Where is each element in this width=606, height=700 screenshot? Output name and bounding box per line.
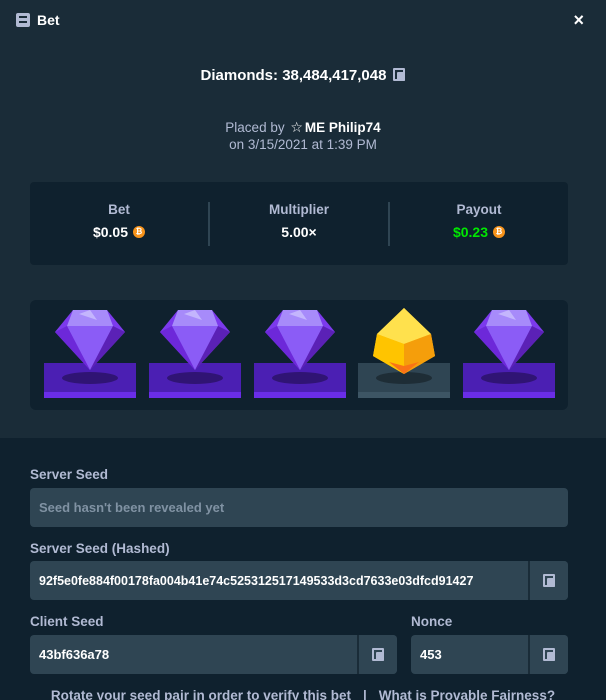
gem-slot xyxy=(254,300,346,410)
server-seed-hashed-label: Server Seed (Hashed) xyxy=(30,541,170,556)
stat-multiplier: Multiplier 5.00× xyxy=(208,201,388,246)
client-seed-label: Client Seed xyxy=(30,614,104,629)
placed-by-label: Placed by xyxy=(225,120,285,135)
close-icon[interactable]: × xyxy=(573,10,584,30)
modal-titlebar: Bet xyxy=(16,10,60,30)
gem-slot xyxy=(44,300,136,410)
server-seed-label: Server Seed xyxy=(30,467,109,482)
list-icon xyxy=(16,13,30,27)
nonce-value: 453 xyxy=(420,647,442,662)
copy-server-seed-button[interactable] xyxy=(528,561,568,600)
stat-payout-value: $0.23 xyxy=(452,223,489,240)
purple-gem-icon xyxy=(55,310,125,370)
provable-fairness-link[interactable]: What is Provable Fairness? xyxy=(379,688,555,700)
bet-stats-panel: Bet $0.05 Multiplier 5.00× Payout $0.23 xyxy=(30,182,568,265)
copy-icon xyxy=(543,648,555,661)
game-headline: Diamonds: 38,484,417,048 xyxy=(0,67,606,85)
bitcoin-icon xyxy=(493,225,506,238)
stat-bet: Bet $0.05 xyxy=(30,202,208,246)
stat-payout: Payout $0.23 xyxy=(388,201,568,246)
footer-separator: | xyxy=(362,688,367,700)
client-seed-value: 43bf636a78 xyxy=(39,647,110,662)
star-icon: ☆ xyxy=(290,119,303,135)
gem-slot xyxy=(358,300,450,410)
stat-multiplier-label: Multiplier xyxy=(269,201,329,217)
server-seed-hashed-field[interactable]: 92f5e0fe884f00178fa004b41e74c52531251714… xyxy=(30,561,568,600)
server-seed-placeholder: Seed hasn't been revealed yet xyxy=(39,500,225,515)
purple-gem-icon xyxy=(265,310,335,370)
copy-icon xyxy=(543,574,555,587)
modal-title: Bet xyxy=(37,12,60,28)
gem-slot xyxy=(463,300,555,410)
placed-by-line: Placed by ☆ ME Philip74 xyxy=(0,117,606,138)
copy-icon xyxy=(372,648,384,661)
copy-game-id-icon[interactable] xyxy=(393,68,406,85)
stat-bet-label: Bet xyxy=(108,201,130,217)
client-seed-field[interactable]: 43bf636a78 xyxy=(30,635,397,674)
nonce-label: Nonce xyxy=(411,614,453,629)
stat-payout-label: Payout xyxy=(456,201,502,217)
stat-multiplier-value: 5.00× xyxy=(281,223,317,240)
nonce-field[interactable]: 453 xyxy=(411,635,568,674)
gems-board xyxy=(30,300,568,410)
bitcoin-icon xyxy=(133,225,146,238)
footer-links: Rotate your seed pair in order to verify… xyxy=(0,688,606,700)
copy-nonce-button[interactable] xyxy=(528,635,568,674)
rotate-seed-link[interactable]: Rotate your seed pair in order to verify… xyxy=(51,688,351,700)
purple-gem-icon xyxy=(474,310,544,370)
server-seed-hashed-value: 92f5e0fe884f00178fa004b41e74c52531251714… xyxy=(39,573,474,588)
purple-gem-icon xyxy=(160,310,230,370)
copy-client-seed-button[interactable] xyxy=(357,635,397,674)
yellow-gem-icon xyxy=(373,308,435,374)
gem-slot xyxy=(149,300,241,410)
bet-date: on 3/15/2021 at 1:39 PM xyxy=(229,137,377,152)
game-id-text: Diamonds: 38,484,417,048 xyxy=(200,67,387,84)
stat-bet-value: $0.05 xyxy=(92,223,129,240)
player-name-link[interactable]: ME Philip74 xyxy=(305,120,381,135)
server-seed-field[interactable]: Seed hasn't been revealed yet xyxy=(30,488,568,527)
